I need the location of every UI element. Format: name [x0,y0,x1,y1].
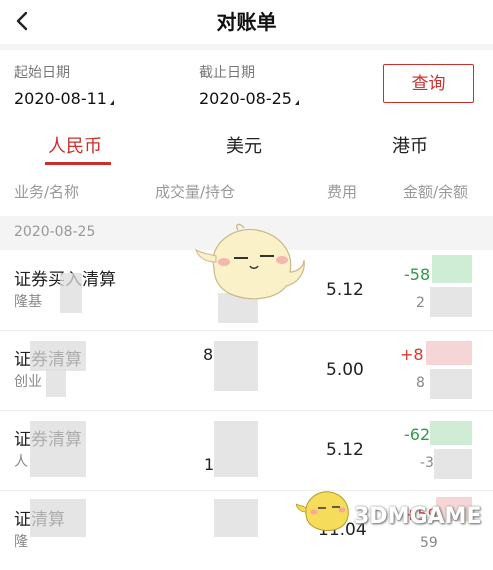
watermark-text: 3DMGAME [354,504,482,529]
column-header-volume: 成交量/持仓 [155,183,236,201]
privacy-blur [30,499,86,537]
privacy-blur [46,369,66,397]
start-date-value: 2020-08-11 [14,89,107,108]
privacy-blur [432,255,472,283]
privacy-blur [30,421,86,477]
row-balance: -3 [420,455,434,471]
privacy-blur [430,369,472,399]
privacy-blur [214,341,258,391]
mascot-sticker-icon [195,223,305,300]
active-tab-indicator [45,162,111,165]
end-date-label: 截止日期 [199,65,255,81]
privacy-blur [430,421,472,445]
divider [0,44,493,50]
row-security: 隆基 [14,294,42,310]
row-amount: -58 [404,265,431,284]
privacy-blur [30,341,86,371]
end-date-picker[interactable]: 2020-08-25 [199,89,299,108]
table-row[interactable]: 证券清算 人 1 5.12 -62 -3 [0,411,493,491]
privacy-blur [60,273,82,313]
privacy-blur [434,449,472,479]
row-amount: -62 [404,425,431,444]
tab-rmb[interactable]: 人民币 [48,132,102,158]
privacy-blur [214,499,258,537]
row-security: 人 [14,454,28,470]
column-header-amount: 金额/余额 [403,183,469,201]
table-row[interactable]: 证清算 隆 11.04 +59 59 [0,491,493,570]
top-bar: 对账单 [0,0,493,44]
dropdown-caret-icon [109,100,114,105]
privacy-blur [426,341,472,365]
start-date-label: 起始日期 [14,65,70,81]
column-header-business: 业务/名称 [14,183,80,201]
row-security: 创业 [14,374,42,390]
privacy-blur [430,287,472,317]
row-volume: 8 [203,345,214,364]
row-balance: 8 [416,375,425,391]
row-amount: +8 [400,345,424,364]
end-date-value: 2020-08-25 [199,89,292,108]
row-volume: 1 [204,455,215,474]
column-header-fee: 费用 [327,183,358,201]
privacy-blur [214,421,258,477]
row-security: 隆 [14,534,28,550]
tab-hkd[interactable]: 港币 [392,132,428,158]
mascot-logo-icon [296,491,349,531]
query-button[interactable]: 查询 [383,64,474,103]
tab-usd[interactable]: 美元 [226,132,262,158]
start-date-picker[interactable]: 2020-08-11 [14,89,114,108]
row-fee: 5.12 [326,280,364,300]
row-balance: 59 [420,535,438,551]
row-fee: 5.00 [326,360,364,380]
row-balance: 2 [416,295,425,311]
table-row[interactable]: 证券清算 创业 8 5.00 +8 8 [0,331,493,411]
page-title: 对账单 [216,10,277,34]
dropdown-caret-icon [294,100,299,105]
group-date: 2020-08-25 [14,224,96,240]
row-fee: 5.12 [326,440,364,460]
